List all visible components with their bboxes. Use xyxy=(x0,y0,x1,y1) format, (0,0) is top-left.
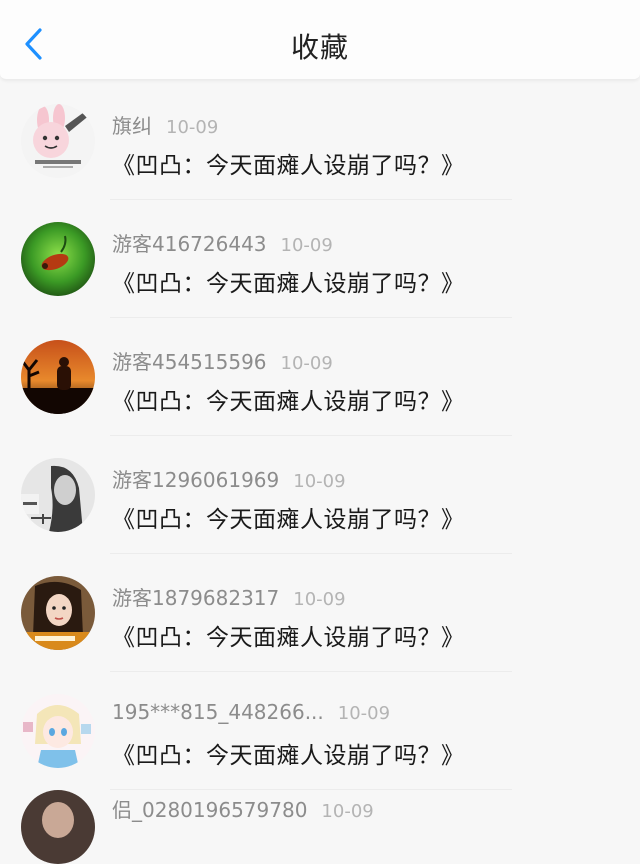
favorite-content-text: 《凹凸：今天面瘫人设崩了吗？》 xyxy=(112,507,465,533)
avatar xyxy=(21,222,95,296)
username[interactable]: 195***815_448266... xyxy=(112,700,324,724)
favorite-content-text: 《凹凸：今天面瘫人设崩了吗？》 xyxy=(112,389,465,415)
favorites-list: 旗纠 10-09 《凹凸：今天面瘫人设崩了吗？》 游客416726443 10-… xyxy=(0,82,640,864)
favorite-content-text: 《凹凸：今天面瘫人设崩了吗？》 xyxy=(112,153,465,179)
list-item[interactable]: 游客1879682317 10-09 《凹凸：今天面瘫人设崩了吗？》 xyxy=(0,554,640,672)
date-label: 10-09 xyxy=(293,471,346,492)
date-label: 10-09 xyxy=(280,235,333,256)
username[interactable]: 游客416726443 xyxy=(112,232,267,256)
list-item[interactable]: 游客416726443 10-09 《凹凸：今天面瘫人设崩了吗？》 xyxy=(0,200,640,318)
favorite-content-text: 《凹凸：今天面瘫人设崩了吗？》 xyxy=(112,625,465,651)
list-item[interactable]: 游客1296061969 10-09 《凹凸：今天面瘫人设崩了吗？》 xyxy=(0,436,640,554)
username[interactable]: 游客454515596 xyxy=(112,350,267,374)
favorite-content-text: 《凹凸：今天面瘫人设崩了吗？》 xyxy=(112,743,465,769)
date-label: 10-09 xyxy=(293,589,346,610)
username[interactable]: 旗纠 xyxy=(112,114,152,138)
list-item[interactable]: 侣_0280196579780 10-09 xyxy=(0,790,640,864)
avatar xyxy=(21,104,95,178)
avatar xyxy=(21,458,95,532)
page-title: 收藏 xyxy=(290,31,349,64)
partial-avatar-image xyxy=(21,790,95,864)
favorite-content-text: 《凹凸：今天面瘫人设崩了吗？》 xyxy=(112,271,465,297)
grayscale-girl-avatar-image xyxy=(21,458,95,532)
username[interactable]: 游客1879682317 xyxy=(112,586,279,610)
list-item[interactable]: 游客454515596 10-09 《凹凸：今天面瘫人设崩了吗？》 xyxy=(0,318,640,436)
girl-portrait-avatar-image xyxy=(21,576,95,650)
avatar xyxy=(21,340,95,414)
sunset-avatar-image xyxy=(21,340,95,414)
top-bar: 收藏 xyxy=(0,0,640,80)
username[interactable]: 侣_0280196579780 xyxy=(112,798,307,822)
rabbit-meme-avatar-image xyxy=(21,104,95,178)
date-label: 10-09 xyxy=(166,117,219,138)
date-label: 10-09 xyxy=(321,801,374,822)
avatar xyxy=(21,576,95,650)
avatar xyxy=(21,694,95,768)
anime-character-avatar-image xyxy=(21,694,95,768)
avatar xyxy=(21,790,95,864)
date-label: 10-09 xyxy=(337,703,391,724)
green-nature-avatar-image xyxy=(21,222,95,296)
date-label: 10-09 xyxy=(280,353,333,374)
list-item[interactable]: 旗纠 10-09 《凹凸：今天面瘫人设崩了吗？》 xyxy=(0,82,640,200)
list-item[interactable]: 195***815_448266... 10-09 《凹凸：今天面瘫人设崩了吗？》 xyxy=(0,672,640,790)
username[interactable]: 游客1296061969 xyxy=(112,468,279,492)
